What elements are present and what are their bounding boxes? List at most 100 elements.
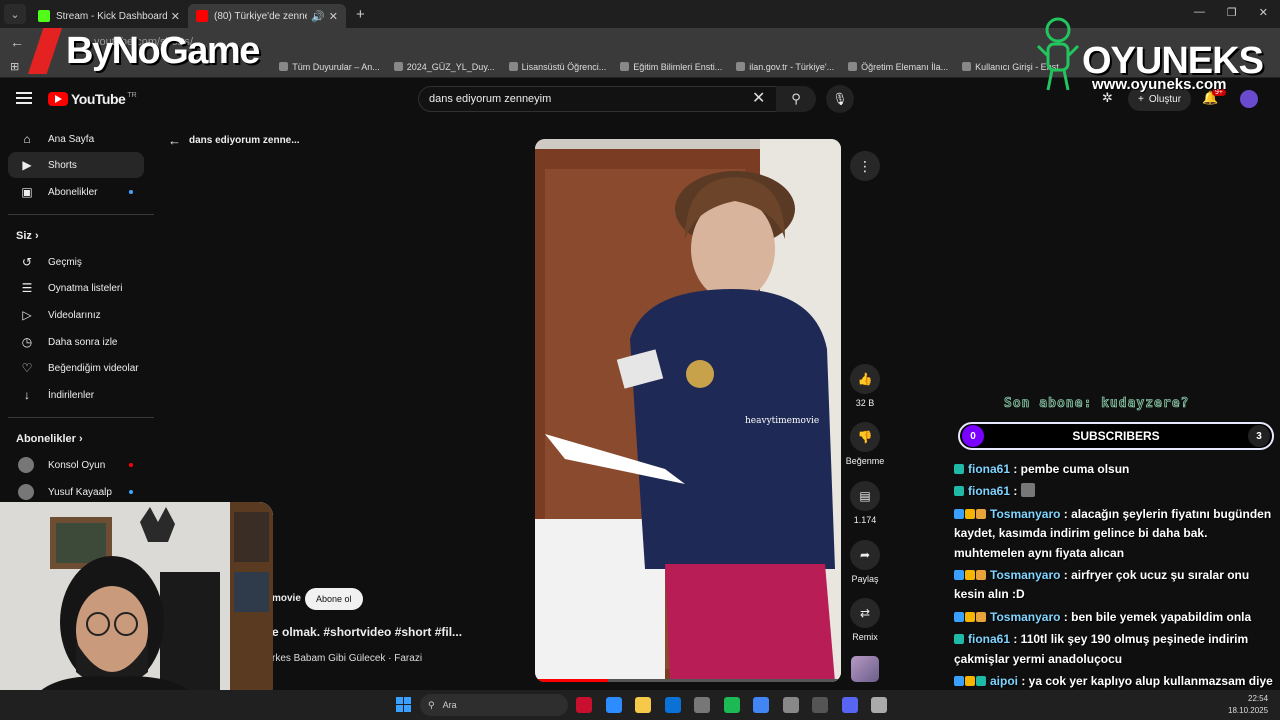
badge-icon xyxy=(954,464,964,474)
bookmark[interactable]: Lisansüstü Öğrenci... xyxy=(508,62,606,72)
sidebar-item-home[interactable]: ⌂ Ana Sayfa xyxy=(8,126,144,152)
badge-icon xyxy=(954,486,964,497)
search-button[interactable]: ⚲ xyxy=(776,86,816,112)
taskbar-app-icon[interactable] xyxy=(753,697,769,713)
oyuneks-logo: OYUNEKS www.oyuneks.com xyxy=(1036,14,1272,96)
sidebar-item-shorts[interactable]: ▶ Shorts xyxy=(8,152,144,178)
taskbar-search[interactable]: ⚲ Ara xyxy=(420,694,568,716)
subscribe-button[interactable]: Abone ol xyxy=(305,588,363,610)
taskbar-app-icon[interactable] xyxy=(635,697,651,713)
your-videos-icon: ▷ xyxy=(22,308,32,322)
share-button[interactable]: ➦ Paylaş xyxy=(840,540,890,584)
comment-count: 1.174 xyxy=(853,515,877,525)
remix-icon: ⇄ xyxy=(850,598,880,628)
remix-button[interactable]: ⇄ Remix xyxy=(840,598,890,642)
taskbar-app-icon[interactable] xyxy=(694,697,710,713)
new-content-dot xyxy=(129,490,133,494)
short-video-player[interactable]: heavytimemovie xyxy=(535,139,841,682)
dislike-button[interactable]: 👎 Beğenme xyxy=(840,422,890,466)
close-tab-icon[interactable]: ✕ xyxy=(171,10,180,23)
taskbar-app-icon[interactable] xyxy=(782,697,799,713)
youtube-logo[interactable]: YouTube TR xyxy=(48,91,137,107)
you-section-heading[interactable]: Siz › xyxy=(16,230,39,242)
badge-icon xyxy=(954,676,964,687)
close-tab-icon[interactable]: ✕ xyxy=(329,10,338,23)
taskbar-app-icon[interactable] xyxy=(812,697,828,713)
bookmark[interactable]: Tüm Duyurular – An... xyxy=(279,62,380,72)
menu-icon[interactable] xyxy=(16,92,32,104)
chat-username: fiona61 xyxy=(968,484,1011,499)
playlist-icon: ☰ xyxy=(21,281,33,295)
taskbar-app-icon[interactable] xyxy=(841,697,858,713)
subscriber-goal: 3 xyxy=(1248,425,1270,447)
sidebar-item-downloads[interactable]: ↓ İndirilenler xyxy=(8,382,144,408)
bynogame-text: ByNoGame xyxy=(66,29,260,72)
chat-message: fiona61 : 110tl lik şey 190 olmuş peşine… xyxy=(954,630,1276,669)
sidebar-item-label: Konsol Oyun xyxy=(48,459,106,471)
sidebar-item-label: Daha sonra izle xyxy=(48,336,118,348)
youtube-play-icon xyxy=(48,92,68,106)
system-clock[interactable]: 22:54 18.10.2025 xyxy=(1228,693,1268,717)
short-title[interactable]: e olmak. #shortvideo #short #fil... xyxy=(272,625,462,639)
channel-name[interactable]: movie xyxy=(272,593,301,604)
taskbar-app-icon[interactable] xyxy=(605,697,622,713)
bookmark[interactable]: ilan.gov.tr - Türkiye'... xyxy=(736,62,834,72)
divider xyxy=(8,417,154,418)
bookmark[interactable]: Eğitim Bilimleri Ensti... xyxy=(620,62,722,72)
bookmark-icon xyxy=(736,62,746,71)
sidebar-item-watch-later[interactable]: ◷ Daha sonra izle xyxy=(8,329,144,355)
oyuneks-mascot-icon xyxy=(1036,17,1080,91)
sidebar-subscription[interactable]: Konsol Oyun xyxy=(8,452,144,478)
sidebar-item-history[interactable]: ↺ Geçmiş xyxy=(8,249,144,275)
subscriptions-section-heading[interactable]: Abonelikler › xyxy=(16,433,83,445)
sidebar-item-playlists[interactable]: ☰ Oynatma listeleri xyxy=(8,275,144,301)
comments-button[interactable]: ▤ 1.174 xyxy=(840,481,890,525)
bookmark-label: Eğitim Bilimleri Ensti... xyxy=(633,61,723,72)
video-progress-bar[interactable] xyxy=(535,679,841,682)
new-tab-button[interactable]: + xyxy=(356,6,365,23)
sidebar-item-liked-videos[interactable]: ♡ Beğendiğim videolar xyxy=(8,355,144,381)
more-options-button[interactable]: ⋮ xyxy=(850,151,880,181)
badge-icon xyxy=(954,570,964,581)
chat-username: Tosmanyaro xyxy=(990,609,1061,624)
like-button[interactable]: 👍 32 B xyxy=(840,364,890,408)
bookmark-icon xyxy=(393,62,403,71)
tab-search-chevron-icon[interactable]: ⌄ xyxy=(4,4,26,24)
taskbar-app-icon[interactable] xyxy=(664,697,681,713)
sound-thumbnail[interactable] xyxy=(851,656,879,682)
clear-search-icon[interactable]: ✕ xyxy=(752,88,765,108)
back-icon[interactable]: ← xyxy=(10,34,24,50)
shorts-icon: ▶ xyxy=(22,158,32,172)
windows-start-icon[interactable] xyxy=(396,697,412,713)
chevron-right-icon: › xyxy=(78,433,83,445)
shorts-back-header[interactable]: ← dans ediyorum zenne... xyxy=(168,133,300,148)
sidebar-item-your-videos[interactable]: ▷ Videolarınız xyxy=(8,302,144,328)
last-subscriber: Son abone: kudayzere? xyxy=(1004,396,1190,412)
bookmark[interactable]: Öğretim Elemanı İla... xyxy=(848,62,948,72)
taskbar-app-icon[interactable] xyxy=(723,697,740,713)
sidebar-item-label: Videolarınız xyxy=(48,309,101,321)
chat-badges xyxy=(954,482,965,501)
webcam-frame xyxy=(0,502,273,702)
badge-icon xyxy=(976,676,986,687)
music-info[interactable]: rkes Babam Gibi Gülecek · Farazi xyxy=(272,653,422,664)
subscriber-label: SUBSCRIBERS xyxy=(1072,429,1160,443)
search-input[interactable]: dans ediyorum zenneyim xyxy=(418,86,778,112)
sidebar-item-subscriptions[interactable]: ▣ Abonelikler xyxy=(8,179,144,205)
chat-badges xyxy=(954,672,987,691)
apps-grid-icon[interactable]: ⊞ xyxy=(10,60,19,73)
screen: ⌄ Stream - Kick Dashboard ✕ (80) Türkiye… xyxy=(0,0,1280,720)
badge-icon xyxy=(965,611,975,622)
voice-search-button[interactable]: 🎙 xyxy=(826,85,854,113)
taskbar-app-icon[interactable] xyxy=(871,697,887,713)
chat-username: Tosmanyaro xyxy=(990,506,1061,521)
tab-audio-icon[interactable]: 🔊 xyxy=(311,10,325,23)
chat-message: fiona61 : xyxy=(954,482,1276,501)
tab-kick-dashboard[interactable]: Stream - Kick Dashboard ✕ xyxy=(30,4,188,28)
bookmark-label: 2024_GÜZ_YL_Duy... xyxy=(406,61,495,72)
taskbar-app-icon[interactable] xyxy=(576,697,592,713)
chat-badges xyxy=(954,460,965,479)
bookmark[interactable]: 2024_GÜZ_YL_Duy... xyxy=(393,61,495,72)
shorts-search-title: dans ediyorum zenne... xyxy=(189,135,300,146)
tab-youtube[interactable]: (80) Türkiye'de zenne olmak 🔊 ✕ xyxy=(188,4,346,28)
